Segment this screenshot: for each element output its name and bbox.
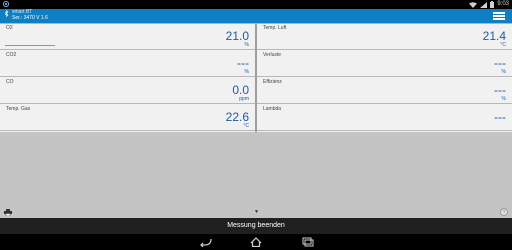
cell-unit: %: [501, 69, 506, 75]
cell-value: ---: [494, 83, 506, 97]
chevron-down-icon[interactable]: ▼: [254, 209, 259, 215]
cell-lambda[interactable]: Lambda ---: [257, 105, 512, 131]
cell-label: CO: [6, 79, 14, 85]
cell-value: 21.4: [482, 29, 506, 43]
navigation-bar: [0, 234, 512, 250]
home-icon[interactable]: [249, 237, 263, 247]
measurement-grid: O2 21.0 % Temp. Luft 21.4 °C CO2 --- % V…: [0, 23, 512, 132]
cell-unit: ppm: [239, 96, 249, 102]
clock: 9:03: [497, 1, 509, 7]
recent-apps-icon[interactable]: [300, 237, 314, 247]
cell-label: Effizienz: [263, 79, 282, 85]
cell-co2[interactable]: CO2 --- %: [0, 51, 255, 77]
wifi-icon: [469, 1, 478, 8]
cell-unit: %: [244, 42, 249, 48]
signal-icon: [480, 1, 488, 8]
cell-value: ---: [494, 56, 506, 70]
selection-indicator: [5, 45, 55, 46]
cell-label: Lambda: [263, 106, 282, 112]
cell-unit: %: [244, 69, 249, 75]
action-bar: smart BT Ser.: 3470 V 1.6: [0, 9, 512, 23]
back-icon[interactable]: [199, 237, 213, 247]
cell-value: 22.6: [225, 110, 249, 124]
app-notification-icon: [3, 1, 9, 7]
cell-o2[interactable]: O2 21.0 %: [0, 24, 255, 50]
battery-icon: [490, 1, 495, 8]
cell-verluste[interactable]: Verluste --- %: [257, 51, 512, 77]
cell-unit: °C: [500, 42, 506, 48]
cell-value: 21.0: [225, 29, 249, 43]
cell-unit: °C: [243, 123, 249, 129]
cell-label: Temp. Gas: [6, 106, 31, 112]
cell-value: 0.0: [232, 83, 249, 97]
cell-temp-luft[interactable]: Temp. Luft 21.4 °C: [257, 24, 512, 50]
cell-co[interactable]: CO 0.0 ppm: [0, 78, 255, 104]
menu-icon[interactable]: [493, 12, 505, 20]
status-bar: 9:03: [0, 0, 512, 9]
cell-value: ---: [494, 110, 506, 124]
cell-effizienz[interactable]: Effizienz --- %: [257, 78, 512, 104]
cell-temp-gas[interactable]: Temp. Gas 22.6 °C: [0, 105, 255, 131]
bluetooth-icon: [4, 10, 9, 17]
cell-label: CO2: [6, 52, 17, 58]
cell-value: ---: [237, 56, 249, 70]
cell-label: O2: [6, 25, 13, 31]
cell-unit: %: [501, 96, 506, 102]
cell-label: Temp. Luft: [263, 25, 287, 31]
print-icon[interactable]: [4, 209, 12, 216]
bottom-toolbar: ▼ ?: [0, 207, 512, 217]
stop-measurement-button[interactable]: Messung beenden: [0, 218, 512, 234]
device-serial: Ser.: 3470 V 1.6: [12, 15, 48, 21]
cell-label: Verluste: [263, 52, 282, 58]
help-icon[interactable]: ?: [500, 208, 508, 216]
